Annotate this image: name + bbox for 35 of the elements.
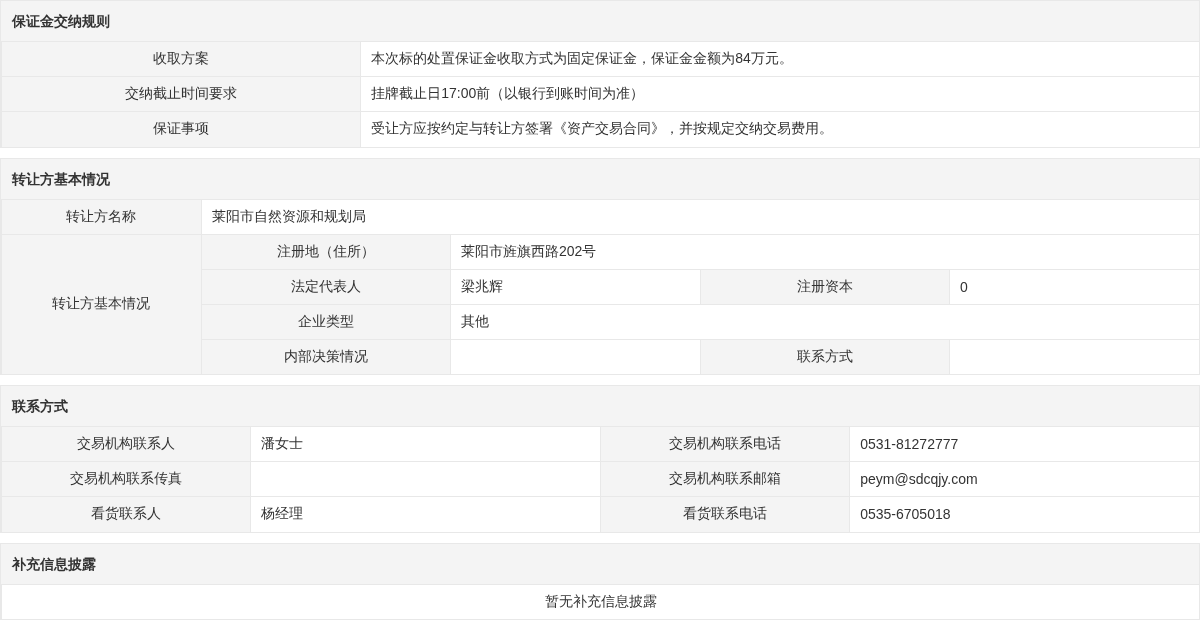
field-label: 保证事项 (1, 111, 361, 147)
field-label: 注册地（住所） (201, 234, 451, 269)
field-label: 法定代表人 (201, 269, 451, 304)
field-value: 挂牌截止日17:00前（以银行到账时间为准） (360, 76, 1199, 112)
field-value: 0535-6705018 (849, 496, 1199, 532)
field-label: 转让方基本情况 (1, 234, 202, 374)
field-label: 交易机构联系人 (1, 426, 251, 462)
field-value: 莱阳市自然资源和规划局 (201, 199, 1199, 234)
field-value: 0 (949, 269, 1199, 304)
field-value: 其他 (450, 304, 1199, 339)
empty-notice: 暂无补充信息披露 (1, 584, 1199, 619)
field-label: 企业类型 (201, 304, 451, 339)
field-label: 交易机构联系电话 (600, 426, 850, 462)
field-label: 内部决策情况 (201, 339, 451, 374)
field-label: 看货联系电话 (600, 496, 850, 532)
field-value: 0531-81272777 (849, 426, 1199, 462)
section-title: 转让方基本情况 (1, 158, 1199, 199)
field-label: 看货联系人 (1, 496, 251, 532)
section-title: 保证金交纳规则 (1, 1, 1199, 41)
field-label: 交易机构联系传真 (1, 461, 251, 497)
field-label: 交纳截止时间要求 (1, 76, 361, 112)
field-value: 潘女士 (250, 426, 601, 462)
field-label: 注册资本 (700, 269, 950, 304)
section-title: 联系方式 (1, 386, 1199, 426)
field-value: 受让方应按约定与转让方签署《资产交易合同》，并按规定交纳交易费用。 (360, 111, 1199, 147)
field-label: 收取方案 (1, 41, 361, 77)
field-label: 转让方名称 (1, 199, 202, 234)
field-value: 莱阳市旌旗西路202号 (450, 234, 1199, 269)
field-value: 杨经理 (250, 496, 601, 532)
field-label: 联系方式 (700, 339, 950, 374)
field-value: 梁兆辉 (450, 269, 700, 304)
field-label: 交易机构联系邮箱 (600, 461, 850, 497)
field-value: 本次标的处置保证金收取方式为固定保证金，保证金金额为84万元。 (360, 41, 1199, 77)
field-value: peym@sdcqjy.com (849, 461, 1199, 497)
section-title: 补充信息披露 (1, 543, 1199, 584)
